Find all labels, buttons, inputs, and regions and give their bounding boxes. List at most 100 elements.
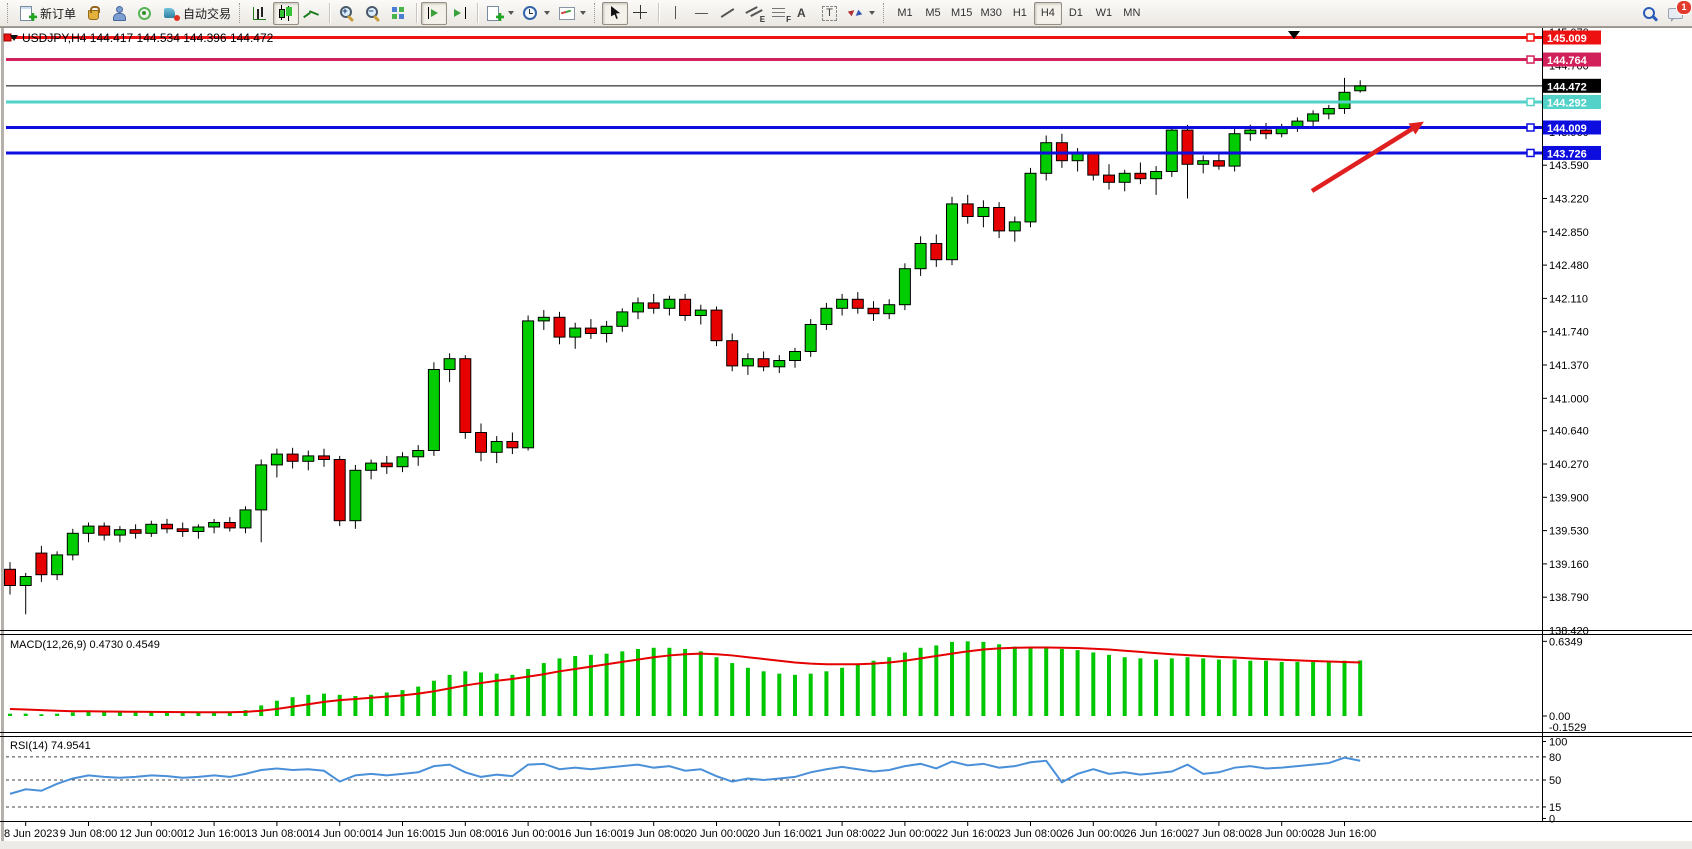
svg-text:16 Jun 16:00: 16 Jun 16:00 xyxy=(559,828,623,840)
arrows-menu-button[interactable] xyxy=(843,2,879,25)
svg-text:144.764: 144.764 xyxy=(1547,55,1588,67)
candlestick-chart-button[interactable] xyxy=(273,2,299,25)
svg-text:26 Jun 00:00: 26 Jun 00:00 xyxy=(1061,828,1125,840)
svg-text:50: 50 xyxy=(1549,775,1561,787)
bull-candle xyxy=(1229,134,1240,166)
line-handle[interactable] xyxy=(1527,124,1534,131)
bull-candle xyxy=(1292,121,1303,126)
bull-candle xyxy=(837,299,848,308)
bar-chart-button[interactable] xyxy=(247,2,273,25)
svg-text:23 Jun 08:00: 23 Jun 08:00 xyxy=(999,828,1063,840)
periods-menu-button[interactable] xyxy=(518,2,554,25)
bear-candle xyxy=(1088,154,1099,176)
svg-text:-0.1529: -0.1529 xyxy=(1549,722,1586,734)
zoom-in-icon: + xyxy=(338,5,356,21)
toolbar-grip[interactable] xyxy=(7,3,11,23)
bear-candle xyxy=(287,454,298,461)
cursor-icon xyxy=(606,5,624,21)
toolbar-grip[interactable] xyxy=(883,3,887,23)
notifications-button[interactable]: 1 xyxy=(1663,2,1689,25)
timeframe-m15-button[interactable]: M15 xyxy=(947,2,976,25)
svg-text:15: 15 xyxy=(1549,802,1561,814)
auto-scroll-button[interactable] xyxy=(447,2,473,25)
timeframe-m5-button[interactable]: M5 xyxy=(919,2,947,25)
timeframe-w1-button[interactable]: W1 xyxy=(1090,2,1118,25)
bull-candle xyxy=(1355,86,1366,91)
fibonacci-button[interactable]: F xyxy=(767,2,793,25)
svg-text:14 Jun 16:00: 14 Jun 16:00 xyxy=(371,828,435,840)
trendline-button[interactable] xyxy=(715,2,741,25)
svg-text:145.009: 145.009 xyxy=(1547,33,1587,45)
svg-text:20 Jun 00:00: 20 Jun 00:00 xyxy=(685,828,749,840)
bull-candle xyxy=(523,321,534,448)
svg-text:143.590: 143.590 xyxy=(1549,160,1589,172)
line-handle[interactable] xyxy=(1527,34,1534,41)
bull-candle xyxy=(617,312,628,326)
bull-candle xyxy=(915,244,926,269)
search-button[interactable] xyxy=(1637,2,1663,25)
crosshair-button[interactable] xyxy=(628,2,654,25)
vertical-line-button[interactable] xyxy=(663,2,689,25)
indicators-icon xyxy=(486,5,504,21)
price-chart-canvas[interactable]: 145.070144.700144.330143.960143.590143.2… xyxy=(0,0,1692,849)
timeframe-mn-button[interactable]: MN xyxy=(1118,2,1146,25)
bear-candle xyxy=(554,317,565,337)
shift-chart-button[interactable] xyxy=(421,2,447,25)
bear-candle xyxy=(962,204,973,217)
svg-text:144.472: 144.472 xyxy=(1547,81,1587,93)
svg-text:143.726: 143.726 xyxy=(1547,148,1587,160)
text-label-button[interactable]: T xyxy=(818,2,843,25)
line-handle[interactable] xyxy=(4,34,11,41)
line-handle[interactable] xyxy=(1527,56,1534,63)
timeframe-d1-button[interactable]: D1 xyxy=(1062,2,1090,25)
svg-text:141.370: 141.370 xyxy=(1549,360,1589,372)
signals-button[interactable] xyxy=(132,2,158,25)
bull-candle xyxy=(1041,143,1052,174)
tile-windows-button[interactable] xyxy=(386,2,412,25)
svg-text:139.900: 139.900 xyxy=(1549,492,1589,504)
bull-candle xyxy=(1119,173,1130,182)
indicators-menu-button[interactable] xyxy=(482,2,518,25)
bull-candle xyxy=(1245,130,1256,134)
bull-candle xyxy=(397,457,408,467)
svg-text:141.740: 141.740 xyxy=(1549,327,1589,339)
svg-text:28 Jun 16:00: 28 Jun 16:00 xyxy=(1313,828,1377,840)
line-handle[interactable] xyxy=(1527,99,1534,106)
horizontal-line-icon xyxy=(693,5,711,21)
bull-candle xyxy=(884,305,895,314)
bear-candle xyxy=(1104,175,1115,182)
bull-candle xyxy=(695,310,706,315)
toolbar-grip[interactable] xyxy=(594,3,598,23)
line-chart-button[interactable] xyxy=(299,2,325,25)
equidistant-channel-icon: E xyxy=(745,5,763,21)
timeframe-h1-button[interactable]: H1 xyxy=(1006,2,1034,25)
timeframe-m30-button[interactable]: M30 xyxy=(976,2,1005,25)
crosshair-icon xyxy=(632,5,650,21)
chat-bubble-icon: 1 xyxy=(1667,5,1685,21)
timeframe-m1-button[interactable]: M1 xyxy=(891,2,919,25)
new-order-button[interactable]: 新订单 xyxy=(15,2,80,25)
profile-button[interactable] xyxy=(106,2,132,25)
svg-text:142.480: 142.480 xyxy=(1549,260,1589,272)
line-handle[interactable] xyxy=(1527,149,1534,156)
svg-text:26 Jun 16:00: 26 Jun 16:00 xyxy=(1124,828,1188,840)
timeframe-h4-button[interactable]: H4 xyxy=(1034,2,1062,25)
zoom-in-button[interactable]: + xyxy=(334,2,360,25)
svg-text:138.790: 138.790 xyxy=(1549,592,1589,604)
toolbar-grip[interactable] xyxy=(239,3,243,23)
tile-windows-icon xyxy=(390,5,408,21)
horizontal-line-button[interactable] xyxy=(689,2,715,25)
zoom-out-button[interactable]: − xyxy=(360,2,386,25)
bear-candle xyxy=(381,463,392,467)
bar-chart-icon xyxy=(251,5,269,21)
cursor-button[interactable] xyxy=(602,2,628,25)
bull-candle xyxy=(146,524,157,533)
templates-menu-button[interactable] xyxy=(554,2,590,25)
channel-button[interactable]: E xyxy=(741,2,767,25)
bull-candle xyxy=(428,370,439,451)
chart-style-button[interactable] xyxy=(80,2,106,25)
text-button[interactable]: A xyxy=(793,2,818,25)
autotrading-button[interactable]: 自动交易 xyxy=(158,2,235,25)
svg-text:139.530: 139.530 xyxy=(1549,526,1589,538)
bull-candle xyxy=(303,456,314,461)
